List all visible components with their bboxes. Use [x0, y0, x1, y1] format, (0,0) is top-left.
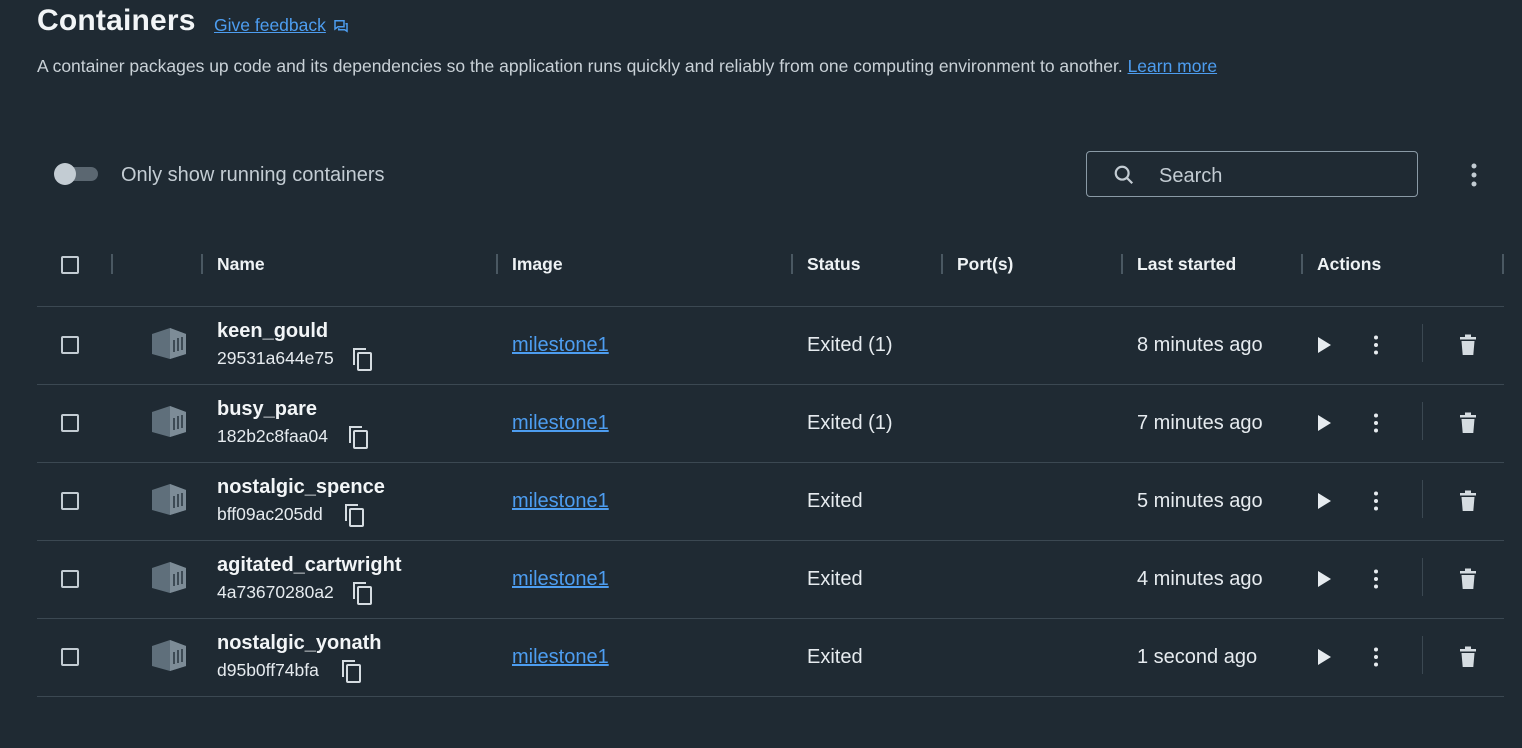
- table-row[interactable]: nostalgic_spence bff09ac205dd milestone1…: [0, 462, 1522, 540]
- play-icon[interactable]: [1314, 490, 1334, 512]
- toggle-knob: [54, 163, 76, 185]
- column-header-ports[interactable]: Port(s): [957, 254, 1013, 275]
- column-divider: [1121, 254, 1123, 274]
- action-divider: [1422, 480, 1423, 518]
- search-box[interactable]: [1086, 151, 1418, 197]
- container-name[interactable]: nostalgic_yonath: [217, 632, 381, 655]
- status-text: Exited: [807, 490, 863, 512]
- give-feedback-label: Give feedback: [214, 15, 326, 35]
- action-divider: [1422, 324, 1423, 362]
- trash-icon[interactable]: [1457, 333, 1479, 357]
- status-text: Exited (1): [807, 334, 893, 356]
- search-input[interactable]: [1157, 162, 1401, 190]
- action-divider: [1422, 636, 1423, 674]
- column-divider: [941, 254, 943, 274]
- row-checkbox[interactable]: [61, 570, 79, 588]
- last-started-text: 5 minutes ago: [1137, 490, 1263, 512]
- image-link[interactable]: milestone1: [512, 646, 609, 669]
- image-link[interactable]: milestone1: [512, 568, 609, 591]
- feedback-icon: [334, 19, 348, 33]
- container-id: 29531a644e75: [217, 348, 334, 368]
- container-name[interactable]: busy_pare: [217, 398, 317, 421]
- copy-icon[interactable]: [350, 346, 374, 372]
- column-divider: [791, 254, 793, 274]
- container-id: bff09ac205dd: [217, 504, 323, 524]
- row-more-icon[interactable]: [1366, 646, 1386, 668]
- last-started-text: 1 second ago: [1137, 646, 1258, 668]
- last-started-text: 8 minutes ago: [1137, 334, 1263, 356]
- column-divider: [496, 254, 498, 274]
- play-icon[interactable]: [1314, 334, 1334, 356]
- container-icon: [152, 484, 186, 515]
- column-divider: [1301, 254, 1303, 274]
- row-more-icon[interactable]: [1366, 412, 1386, 434]
- column-header-name[interactable]: Name: [217, 254, 265, 275]
- running-only-label: Only show running containers: [121, 164, 385, 186]
- container-name[interactable]: keen_gould: [217, 320, 328, 343]
- page-title: Containers: [37, 4, 196, 37]
- search-icon: [1114, 165, 1134, 185]
- image-link[interactable]: milestone1: [512, 490, 609, 513]
- image-link[interactable]: milestone1: [512, 334, 609, 357]
- status-text: Exited: [807, 568, 863, 590]
- container-icon: [152, 562, 186, 593]
- copy-icon[interactable]: [350, 580, 374, 606]
- column-header-status[interactable]: Status: [807, 254, 860, 275]
- page-description: A container packages up code and its dep…: [37, 56, 1217, 77]
- table-row[interactable]: agitated_cartwright 4a73670280a2 milesto…: [0, 540, 1522, 618]
- container-name[interactable]: agitated_cartwright: [217, 554, 401, 577]
- container-name[interactable]: nostalgic_spence: [217, 476, 385, 499]
- description-text: A container packages up code and its dep…: [37, 56, 1123, 76]
- row-more-icon[interactable]: [1366, 490, 1386, 512]
- play-icon[interactable]: [1314, 646, 1334, 668]
- select-all-checkbox[interactable]: [61, 256, 79, 274]
- running-only-toggle[interactable]: [54, 162, 100, 185]
- trash-icon[interactable]: [1457, 411, 1479, 435]
- container-id: 182b2c8faa04: [217, 426, 328, 446]
- give-feedback-link[interactable]: Give feedback: [214, 15, 350, 36]
- trash-icon[interactable]: [1457, 567, 1479, 591]
- copy-icon[interactable]: [346, 424, 370, 450]
- column-header-actions: Actions: [1317, 254, 1382, 274]
- action-divider: [1422, 558, 1423, 596]
- container-icon: [152, 640, 186, 671]
- table-row[interactable]: nostalgic_yonath d95b0ff74bfa milestone1…: [0, 618, 1522, 696]
- column-header-image[interactable]: Image: [512, 254, 563, 275]
- trash-icon[interactable]: [1457, 489, 1479, 513]
- column-divider: [201, 254, 203, 274]
- row-checkbox[interactable]: [61, 414, 79, 432]
- copy-icon[interactable]: [342, 502, 366, 528]
- column-header-last-started[interactable]: Last started: [1137, 254, 1236, 275]
- row-divider: [37, 696, 1504, 697]
- action-divider: [1422, 402, 1423, 440]
- last-started-text: 4 minutes ago: [1137, 568, 1263, 590]
- row-checkbox[interactable]: [61, 336, 79, 354]
- learn-more-link[interactable]: Learn more: [1128, 56, 1218, 76]
- row-more-icon[interactable]: [1366, 334, 1386, 356]
- table-row[interactable]: busy_pare 182b2c8faa04 milestone1 Exited…: [0, 384, 1522, 462]
- row-checkbox[interactable]: [61, 648, 79, 666]
- status-text: Exited: [807, 646, 863, 668]
- table-row[interactable]: keen_gould 29531a644e75 milestone1 Exite…: [0, 306, 1522, 384]
- trash-icon[interactable]: [1457, 645, 1479, 669]
- container-icon: [152, 328, 186, 359]
- more-options-icon[interactable]: [1462, 162, 1486, 188]
- play-icon[interactable]: [1314, 412, 1334, 434]
- container-icon: [152, 406, 186, 437]
- last-started-text: 7 minutes ago: [1137, 412, 1263, 434]
- row-more-icon[interactable]: [1366, 568, 1386, 590]
- row-checkbox[interactable]: [61, 492, 79, 510]
- image-link[interactable]: milestone1: [512, 412, 609, 435]
- status-text: Exited (1): [807, 412, 893, 434]
- container-id: 4a73670280a2: [217, 582, 334, 602]
- play-icon[interactable]: [1314, 568, 1334, 590]
- column-divider: [1502, 254, 1504, 274]
- running-toggle-wrap: [54, 162, 100, 185]
- copy-icon[interactable]: [339, 658, 363, 684]
- container-id: d95b0ff74bfa: [217, 660, 319, 680]
- column-divider: [111, 254, 113, 274]
